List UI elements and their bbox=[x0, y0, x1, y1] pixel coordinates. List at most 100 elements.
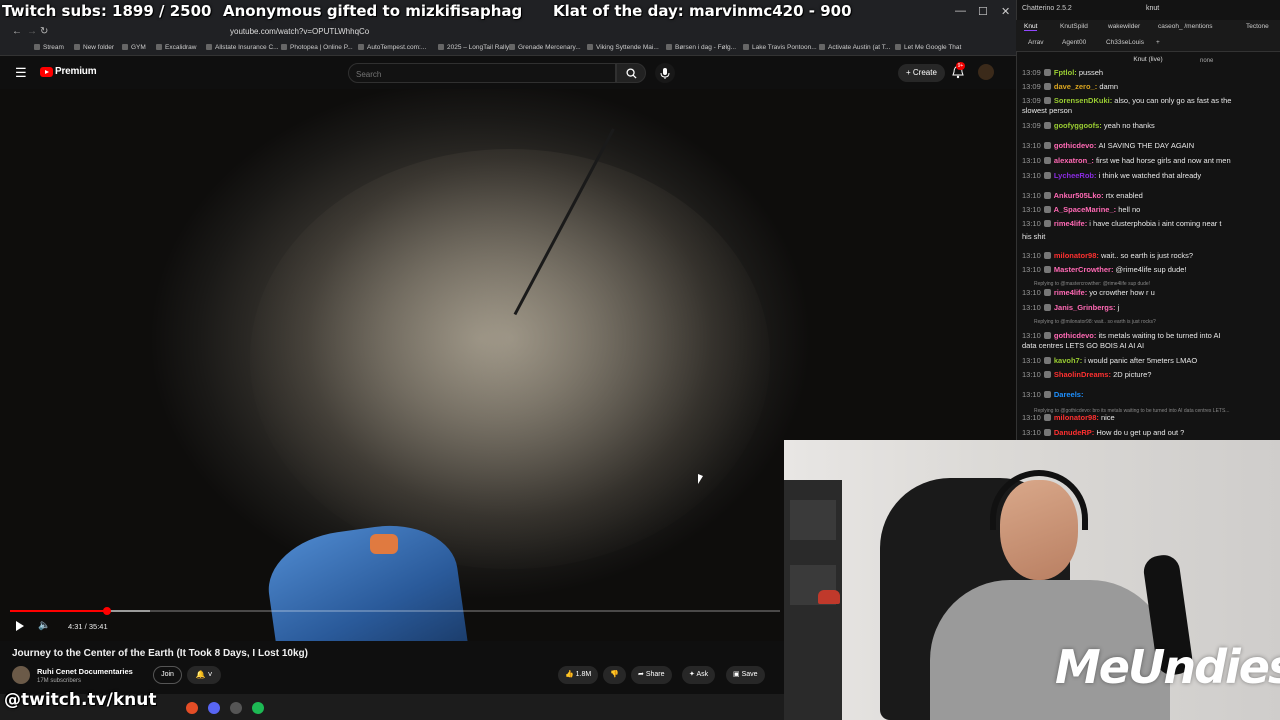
chat-text: i would panic after 5meters LMAO bbox=[1084, 356, 1198, 365]
chat-message: 13:10 gothicdevo: AI SAVING THE DAY AGAI… bbox=[1022, 141, 1272, 150]
channel-name[interactable]: Ruhi Cenet Documentaries bbox=[37, 667, 133, 676]
spotify-icon[interactable] bbox=[252, 702, 264, 714]
like-button[interactable]: 👍 1.8M bbox=[558, 666, 599, 684]
search-input[interactable] bbox=[349, 65, 615, 84]
chat-reply-context[interactable]: Replying to @gothicdevo: bro its metals … bbox=[1034, 408, 1229, 414]
back-icon[interactable]: ← bbox=[12, 26, 22, 37]
chat-message: 13:10 alexatron_: first we had horse gir… bbox=[1022, 156, 1272, 165]
url-field[interactable]: youtube.com/watch?v=OPUTLWhhqCo bbox=[230, 27, 369, 36]
minimize-icon[interactable]: — bbox=[955, 5, 966, 17]
search-box[interactable] bbox=[348, 63, 616, 84]
bookmark-item[interactable]: 2025 – LongTail Rally bbox=[438, 44, 509, 51]
bookmark-item[interactable]: AutoTempest.com:... bbox=[358, 44, 426, 51]
chat-badge-icon bbox=[1043, 192, 1051, 199]
chat-username[interactable]: Ankur505Lko: bbox=[1052, 191, 1106, 200]
chat-badge-icon bbox=[1043, 252, 1051, 259]
chat-username[interactable]: milonator98: bbox=[1052, 413, 1101, 422]
app-icon[interactable] bbox=[230, 702, 242, 714]
chat-badge-icon bbox=[1043, 122, 1051, 129]
maximize-icon[interactable]: ☐ bbox=[978, 5, 988, 18]
chat-reply-context[interactable]: Replying to @milonator98: wait.. so eart… bbox=[1034, 319, 1156, 325]
chat-tab[interactable]: Arrav bbox=[1028, 39, 1044, 46]
volume-icon[interactable]: 🔈 bbox=[38, 620, 50, 631]
bookmark-item[interactable]: Viking Syttende Mai... bbox=[587, 44, 659, 51]
search-button[interactable] bbox=[616, 63, 646, 83]
bookmark-item[interactable]: Grenade Mercenary... bbox=[509, 44, 581, 51]
chat-tab[interactable]: KnutSpild bbox=[1060, 23, 1088, 30]
chat-message: 13:10 Janis_Grinbergs: j bbox=[1022, 303, 1272, 312]
chat-text: nice bbox=[1100, 413, 1115, 422]
bookmark-item[interactable]: Allstate Insurance C... bbox=[206, 44, 279, 51]
share-button[interactable]: ➦ Share bbox=[631, 666, 672, 684]
mouse-cursor-icon bbox=[698, 474, 703, 484]
chat-username[interactable]: rime4life: bbox=[1052, 219, 1090, 228]
chat-badge-icon bbox=[1043, 266, 1051, 273]
create-button[interactable]: + Create bbox=[898, 64, 945, 82]
bookmark-item[interactable]: Let Me Google That bbox=[895, 44, 961, 51]
forward-icon[interactable]: → bbox=[27, 26, 37, 37]
chat-tab[interactable]: Tectone bbox=[1246, 23, 1269, 30]
chrome-icon[interactable] bbox=[186, 702, 198, 714]
reload-icon[interactable]: ↻ bbox=[40, 26, 48, 37]
chat-username[interactable]: rime4life: bbox=[1052, 288, 1090, 297]
chat-tab[interactable]: Knut bbox=[1024, 23, 1038, 31]
youtube-logo-icon[interactable] bbox=[40, 67, 53, 77]
bookmark-item[interactable]: Excalidraw bbox=[156, 44, 196, 51]
thumbs-down-icon: 👎 bbox=[610, 671, 619, 678]
bell-icon: 🔔 bbox=[195, 670, 206, 679]
chat-message: 13:09 dave_zero_: damn bbox=[1022, 82, 1272, 91]
chat-username[interactable]: LycheeRob: bbox=[1052, 171, 1099, 180]
bookmark-item[interactable]: GYM bbox=[122, 44, 146, 51]
chat-user[interactable]: knut bbox=[1146, 5, 1159, 12]
bookmark-item[interactable]: Børsen i dag - Følg... bbox=[666, 44, 736, 51]
bookmark-item[interactable]: New folder bbox=[74, 44, 114, 51]
subscription-bell-button[interactable]: 🔔 ˅ bbox=[187, 666, 221, 684]
chat-timestamp: 13:10 bbox=[1022, 251, 1041, 260]
chat-username[interactable]: SorensenDKuki: bbox=[1052, 96, 1115, 105]
chat-username[interactable]: MasterCrowther: bbox=[1052, 265, 1116, 274]
chat-tab[interactable]: caseoh_ /mentions bbox=[1158, 23, 1213, 30]
save-button[interactable]: ▣ Save bbox=[726, 666, 765, 684]
bookmark-item[interactable]: Activate Austin (at T... bbox=[819, 44, 890, 51]
join-button[interactable]: Join bbox=[153, 666, 182, 684]
chat-username[interactable]: A_SpaceMarine_: bbox=[1052, 205, 1118, 214]
hamburger-menu-icon[interactable]: ☰ bbox=[15, 65, 27, 81]
chat-username[interactable]: milonator98: bbox=[1052, 251, 1101, 260]
chat-reply-context[interactable]: Replying to @mastercrowther: @rime4life … bbox=[1034, 281, 1150, 287]
chat-username[interactable]: goofyggoofs: bbox=[1052, 121, 1104, 130]
bookmark-item[interactable]: Lake Travis Pontoon... bbox=[743, 44, 817, 51]
youtube-premium-label[interactable]: Premium bbox=[55, 66, 97, 77]
chat-username[interactable]: Janis_Grinbergs: bbox=[1052, 303, 1118, 312]
voice-search-button[interactable] bbox=[655, 63, 675, 83]
stream-overlay-ticker: Twitch subs: 1899 / 2500 Anonymous gifte… bbox=[0, 2, 1016, 22]
channel-avatar[interactable] bbox=[12, 666, 30, 684]
chat-message: 13:10 MasterCrowther: @rime4life sup dud… bbox=[1022, 265, 1272, 274]
chat-username[interactable]: alexatron_: bbox=[1052, 156, 1096, 165]
dislike-button[interactable]: 👎 bbox=[603, 666, 626, 684]
chat-username[interactable]: dave_zero_: bbox=[1052, 82, 1100, 91]
chat-username[interactable]: gothicdevo: bbox=[1052, 331, 1099, 340]
chat-username[interactable]: DanudeRP: bbox=[1052, 428, 1097, 437]
ask-button[interactable]: ✦ Ask bbox=[682, 666, 716, 684]
chat-username[interactable]: gothicdevo: bbox=[1052, 141, 1099, 150]
overlay-klat-of-day: Klat of the day: marvinmc420 - 900 bbox=[553, 2, 852, 20]
close-icon[interactable]: ✕ bbox=[1001, 5, 1010, 18]
chat-username[interactable]: Dareels: bbox=[1052, 390, 1084, 399]
play-button[interactable] bbox=[14, 620, 26, 632]
chat-username[interactable]: ShaolinDreams: bbox=[1052, 370, 1113, 379]
chat-username[interactable]: Fptlol: bbox=[1052, 68, 1079, 77]
bookmark-item[interactable]: Stream bbox=[34, 44, 64, 51]
progress-scrubber[interactable] bbox=[103, 607, 112, 615]
chat-timestamp: 13:10 bbox=[1022, 370, 1041, 379]
chat-tab[interactable]: Ch33seLouis bbox=[1106, 39, 1144, 46]
chat-username[interactable]: kavoh7: bbox=[1052, 356, 1085, 365]
account-avatar[interactable] bbox=[978, 64, 994, 80]
chat-timestamp: 13:10 bbox=[1022, 331, 1041, 340]
add-tab-icon[interactable]: + bbox=[1156, 39, 1160, 46]
chat-text: its metals waiting to be turned into AI bbox=[1098, 331, 1221, 340]
chat-tab[interactable]: Agent00 bbox=[1062, 39, 1086, 46]
chat-text: j bbox=[1117, 303, 1120, 312]
bookmark-item[interactable]: Photopea | Online P... bbox=[281, 44, 353, 51]
discord-icon[interactable] bbox=[208, 702, 220, 714]
chat-tab[interactable]: wakewilder bbox=[1108, 23, 1140, 30]
